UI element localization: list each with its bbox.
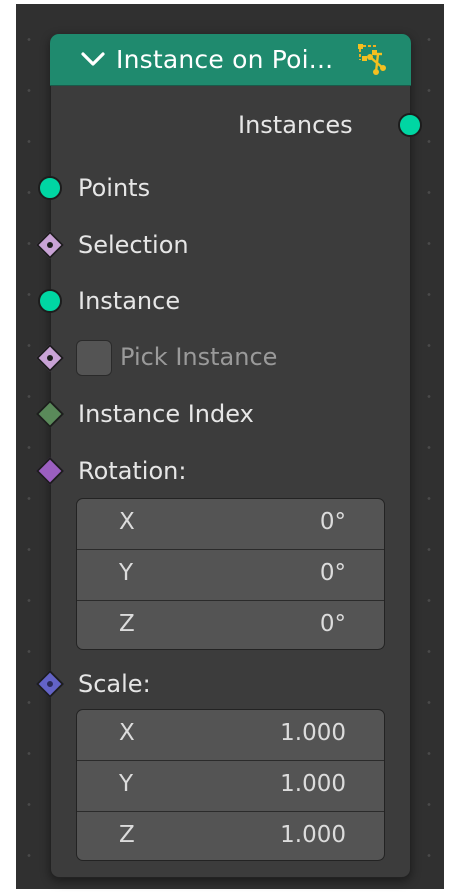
axis-label: Y [119,560,134,586]
node-title: Instance on Poi... [116,45,334,74]
axis-label: X [119,509,135,535]
rotation-vector-field[interactable]: X 0° Y 0° Z 0° [76,498,385,650]
points-input-socket[interactable] [38,176,62,200]
scale-x-value: 1.000 [280,720,346,746]
scale-z-value: 1.000 [280,822,346,848]
node-header[interactable]: Instance on Poi... [50,34,411,86]
axis-label: Y [119,771,134,797]
rotation-x-value: 0° [319,509,346,535]
pick-instance-checkbox[interactable] [76,340,112,376]
points-label: Points [78,174,151,202]
axis-label: Z [119,611,135,637]
rotation-label: Rotation: [78,457,187,485]
scale-x-field[interactable]: X 1.000 [77,710,384,760]
scale-y-field[interactable]: Y 1.000 [77,760,384,810]
chevron-down-icon[interactable] [80,46,106,72]
scale-label: Scale: [78,670,151,698]
scale-y-value: 1.000 [280,771,346,797]
instances-output-label: Instances [238,111,353,139]
rotation-x-field[interactable]: X 0° [77,499,384,549]
axis-label: X [119,720,135,746]
selection-label: Selection [78,231,189,259]
rotation-z-value: 0° [319,611,346,637]
instance-index-label: Instance Index [78,400,254,428]
scale-vector-field[interactable]: X 1.000 Y 1.000 Z 1.000 [76,709,385,861]
rotation-z-field[interactable]: Z 0° [77,600,384,649]
scale-z-field[interactable]: Z 1.000 [77,811,384,860]
axis-label: Z [119,822,135,848]
instance-label: Instance [78,287,181,315]
pick-instance-label: Pick Instance [120,343,278,371]
instances-output-socket[interactable] [398,113,422,137]
point-instance-icon [358,44,386,75]
rotation-y-field[interactable]: Y 0° [77,549,384,599]
instance-input-socket[interactable] [38,289,62,313]
rotation-y-value: 0° [319,560,346,586]
